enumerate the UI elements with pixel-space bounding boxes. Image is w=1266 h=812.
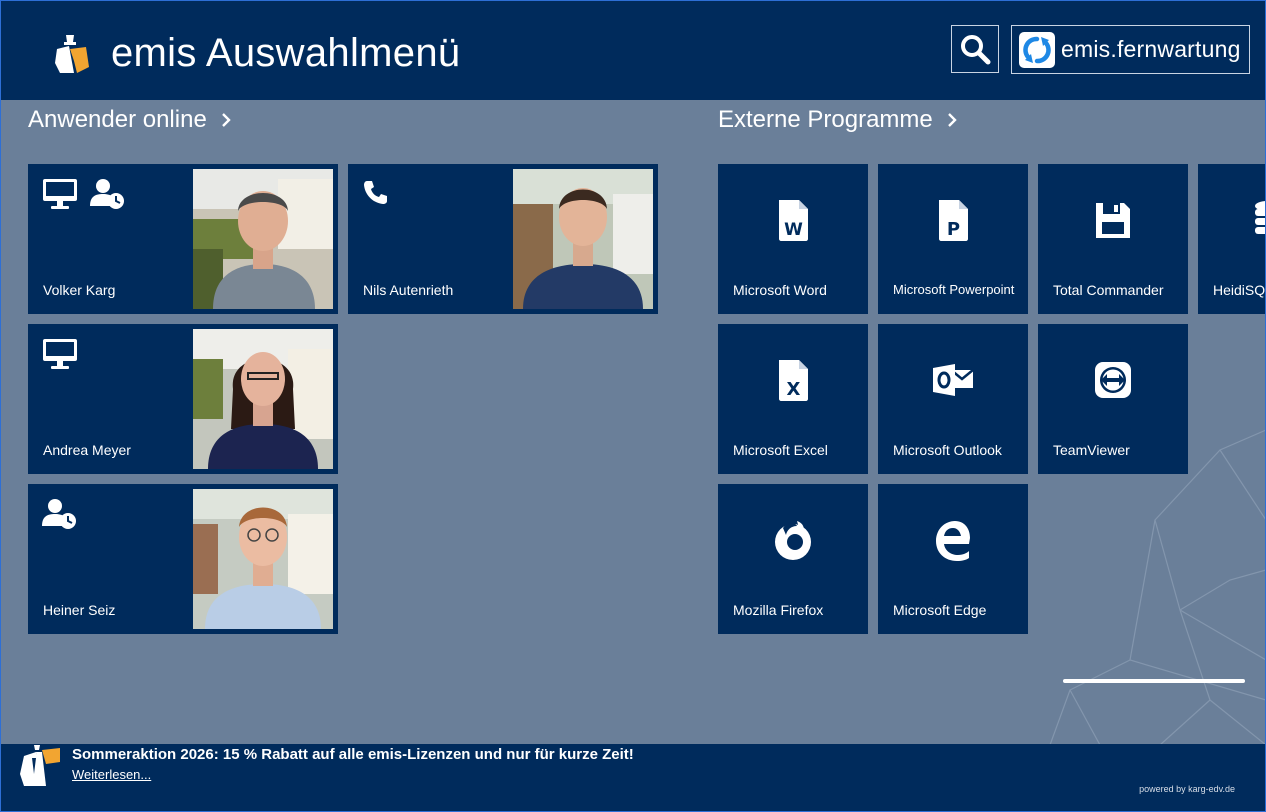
app-header: emis Auswahlmenü emis.fernwartung	[0, 0, 1266, 100]
users-section-title: Anwender online	[28, 106, 207, 133]
emis-mascot-icon	[20, 745, 60, 786]
program-name: Microsoft Powerpoint	[893, 282, 1015, 297]
user-tile-andrea-meyer[interactable]: Andrea Meyer	[28, 324, 338, 474]
teamviewer-icon	[1095, 362, 1131, 398]
program-tile-microsoft-powerpoint[interactable]: P Microsoft Powerpoint	[878, 164, 1028, 314]
emis-logo-icon	[55, 35, 89, 73]
monitor-icon	[43, 339, 77, 369]
program-tile-microsoft-excel[interactable]: X Microsoft Excel	[718, 324, 868, 474]
read-more-link[interactable]: Weiterlesen...	[72, 767, 151, 782]
program-tile-microsoft-word[interactable]: W Microsoft Word	[718, 164, 868, 314]
program-name: Microsoft Excel	[733, 442, 828, 458]
promo-footer: Sommeraktion 2026: 15 % Rabatt auf alle …	[0, 744, 1266, 812]
svg-text:X: X	[787, 379, 801, 400]
avatar	[193, 329, 333, 469]
program-tile-total-commander[interactable]: Total Commander	[1038, 164, 1188, 314]
user-clock-icon	[42, 499, 76, 529]
users-section-header[interactable]: Anwender online	[28, 104, 231, 136]
program-name: HeidiSQL	[1213, 282, 1266, 298]
floppy-disk-icon	[1096, 203, 1130, 238]
avatar	[513, 169, 653, 309]
search-icon	[961, 35, 991, 65]
horizontal-scrollbar[interactable]	[1063, 679, 1245, 683]
user-name: Nils Autenrieth	[363, 282, 454, 298]
avatar	[193, 169, 333, 309]
program-name: Total Commander	[1053, 282, 1164, 298]
word-file-icon: W	[779, 200, 808, 241]
phone-icon	[364, 181, 387, 204]
program-name: TeamViewer	[1053, 442, 1130, 458]
database-icon	[1255, 201, 1266, 234]
promo-text: Sommeraktion 2026: 15 % Rabatt auf alle …	[72, 746, 634, 763]
user-clock-icon	[90, 179, 124, 209]
program-tile-mozilla-firefox[interactable]: Mozilla Firefox	[718, 484, 868, 634]
avatar	[193, 489, 333, 629]
program-tile-heidisql[interactable]: HeidiSQL	[1198, 164, 1266, 314]
program-tile-microsoft-edge[interactable]: Microsoft Edge	[878, 484, 1028, 634]
monitor-icon	[43, 179, 77, 209]
user-tile-nils-autenrieth[interactable]: Nils Autenrieth	[348, 164, 658, 314]
programs-section-header[interactable]: Externe Programme	[718, 104, 957, 136]
program-name: Microsoft Word	[733, 282, 827, 298]
program-name: Mozilla Firefox	[733, 602, 824, 618]
remote-maintenance-label: emis.fernwartung	[1061, 36, 1241, 62]
powered-by-label: powered by karg-edv.de	[1139, 784, 1235, 794]
program-name: Microsoft Edge	[893, 602, 987, 618]
outlook-icon	[933, 364, 973, 396]
chevron-right-icon	[947, 112, 957, 128]
excel-file-icon: X	[779, 360, 808, 401]
app-title: emis Auswahlmenü	[111, 31, 461, 75]
remote-maintenance-button[interactable]: emis.fernwartung	[1011, 25, 1250, 74]
chevron-right-icon	[221, 112, 231, 128]
user-name: Volker Karg	[43, 282, 116, 298]
powerpoint-file-icon: P	[939, 200, 968, 241]
program-tile-teamviewer[interactable]: TeamViewer	[1038, 324, 1188, 474]
search-button[interactable]	[951, 25, 999, 73]
user-name: Heiner Seiz	[43, 602, 116, 618]
user-name: Andrea Meyer	[43, 442, 131, 458]
program-name: Microsoft Outlook	[893, 442, 1002, 458]
user-tile-heiner-seiz[interactable]: Heiner Seiz	[28, 484, 338, 634]
user-tile-volker-karg[interactable]: Volker Karg	[28, 164, 338, 314]
edge-icon	[936, 521, 970, 561]
program-tile-microsoft-outlook[interactable]: Microsoft Outlook	[878, 324, 1028, 474]
svg-text:W: W	[784, 220, 803, 240]
sync-logo-icon	[1019, 31, 1055, 68]
svg-text:P: P	[947, 219, 960, 240]
programs-section-title: Externe Programme	[718, 106, 933, 133]
firefox-icon	[775, 521, 811, 560]
